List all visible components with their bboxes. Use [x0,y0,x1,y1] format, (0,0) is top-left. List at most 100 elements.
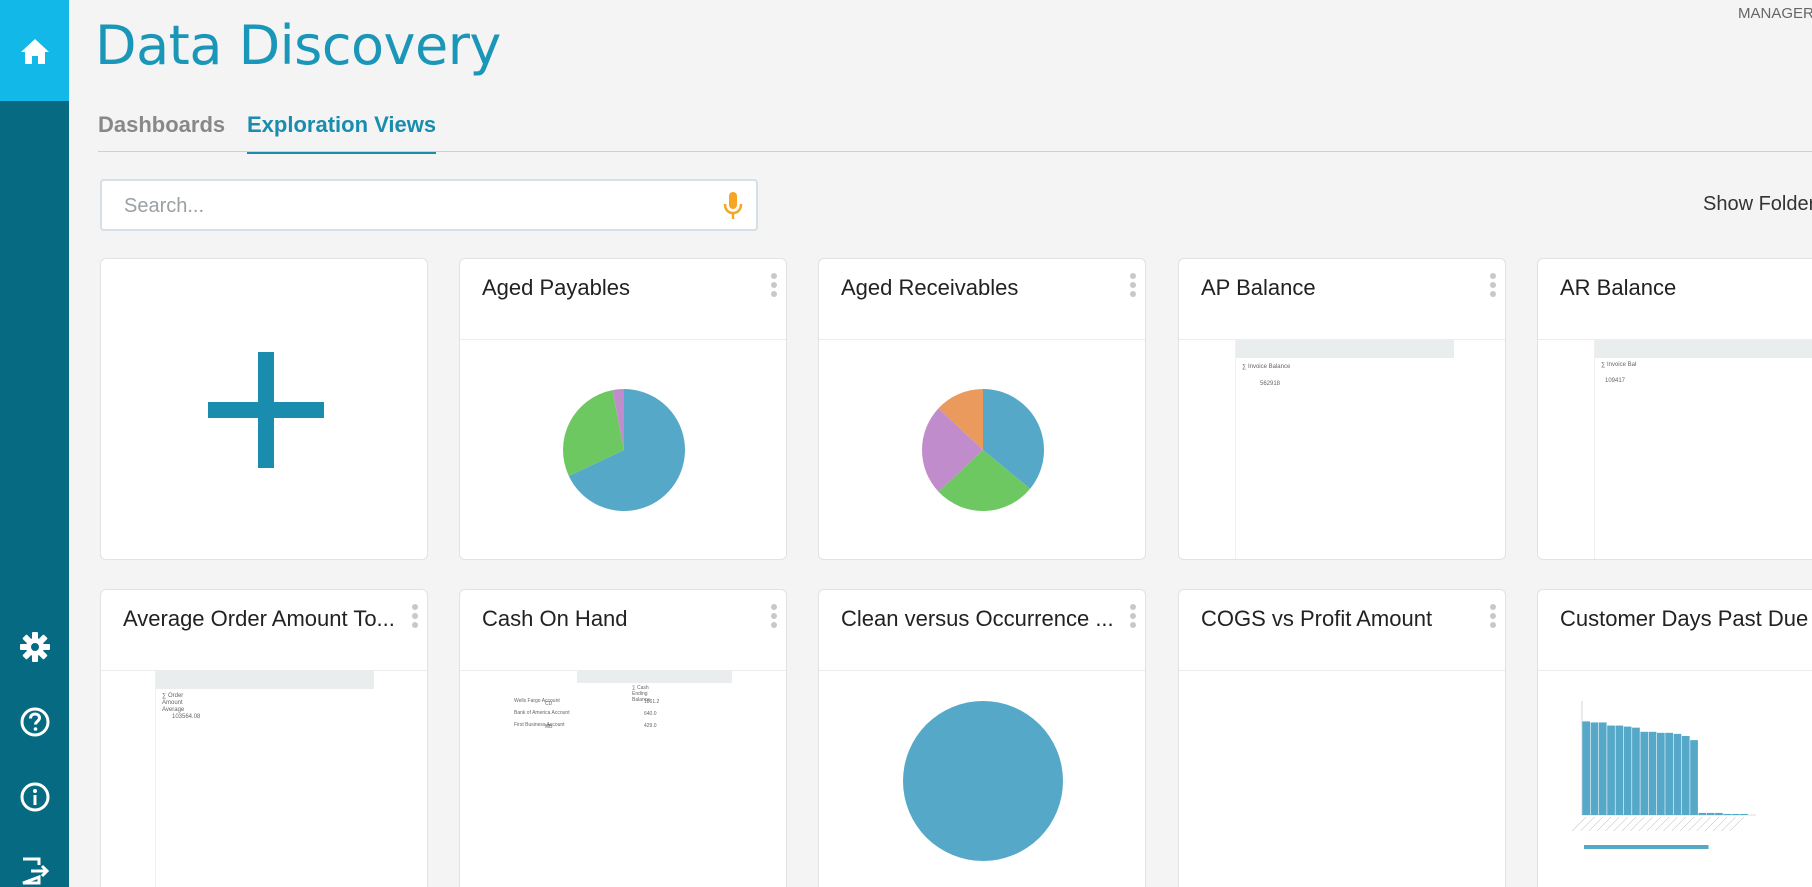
table-header-cell: ∑ Invoice Balance [1242,364,1291,370]
x-tick-label [1704,816,1720,832]
bar [1590,722,1599,815]
tab-divider [98,151,1812,152]
more-options-icon[interactable] [1489,604,1497,630]
chart-scrollbar[interactable] [1584,845,1709,849]
x-tick-label [1630,816,1645,832]
bar [1623,726,1632,815]
table-row-value: 429.0 [644,723,657,729]
bar [1607,725,1615,815]
view-card[interactable]: AR Balance ∑ Invoice Bal 109417 [1537,258,1812,560]
bar [1690,740,1698,815]
x-tick-label [1679,816,1695,832]
table-preview: ∑ Cash Ending Balance Wells Fargo Accoun… [514,671,732,741]
table-row-value: 640.0 [644,711,657,717]
card-title: Aged Receivables [841,275,1019,300]
bar [1598,722,1607,815]
x-tick-label [1571,816,1587,832]
view-card[interactable]: Cash On Hand ∑ Cash Ending Balance Wells… [459,589,787,887]
more-options-icon[interactable] [770,604,778,630]
view-card[interactable]: Customer Days Past Due [1537,589,1812,887]
settings-button[interactable] [0,627,69,667]
card-title: Cash On Hand [482,606,628,631]
x-tick-label [1713,816,1728,832]
more-options-icon[interactable] [770,273,778,299]
view-card[interactable]: AP Balance ∑ Invoice Balance 562918 [1178,258,1506,560]
view-card[interactable]: Clean versus Occurrence ... [818,589,1146,887]
bar [1723,813,1732,815]
bar [1706,812,1715,815]
card-preview: ∑ Invoice Bal 109417 [1538,340,1812,559]
bar [1673,733,1682,815]
more-options-icon[interactable] [411,604,419,630]
card-title: AP Balance [1201,275,1316,300]
pie-chart [563,389,685,511]
page-title: Data Discovery [95,14,501,77]
home-button[interactable] [0,0,69,101]
card-preview: ∑ Cash Ending Balance Wells Fargo Accoun… [460,671,786,887]
microphone-icon[interactable] [720,191,746,221]
x-tick-label [1588,816,1603,832]
help-icon [20,707,49,737]
info-icon [20,782,49,812]
x-tick-label [1613,816,1628,832]
gear-icon [19,632,50,662]
logout-button[interactable] [0,851,69,887]
show-folders-toggle[interactable]: Show Folders [1703,193,1812,216]
view-card[interactable]: COGS vs Profit Amount [1178,589,1506,887]
card-preview [460,340,786,559]
table-header-cell: ∑ Order Amount Average [162,693,185,713]
x-tick-label [1596,816,1612,832]
table-preview: ∑ Order Amount Average 103564.08 [155,671,374,887]
card-title: Aged Payables [482,275,630,300]
table-row-value: 1861.2 [644,699,660,705]
user-role-label[interactable]: MANAGER [1738,5,1812,22]
card-preview: ∑ Invoice Balance 562918 [1179,340,1505,559]
bar [1698,812,1707,815]
bar [1632,727,1640,815]
card-preview [819,671,1145,887]
x-tick-label [1729,816,1745,832]
tab-dashboards[interactable]: Dashboards [98,112,225,154]
card-preview [1179,671,1505,887]
info-button[interactable] [0,777,69,817]
more-options-icon[interactable] [1489,273,1497,299]
more-options-icon[interactable] [1129,604,1137,630]
pie-chart [922,389,1044,511]
x-tick-label [1663,816,1678,832]
bar [1665,732,1673,815]
table-row-label: Bank of America Account [514,710,570,716]
view-card[interactable]: Aged Receivables [818,258,1146,560]
home-icon [20,38,49,64]
bar [1648,731,1657,815]
bar [1740,813,1748,815]
x-tick-label [1688,816,1703,832]
card-title: AR Balance [1560,275,1677,300]
search-box [100,179,758,231]
view-card[interactable]: Average Order Amount To... ∑ Order Amoun… [100,589,428,887]
pie-slice [903,701,1063,861]
tab-exploration-views[interactable]: Exploration Views [247,112,437,154]
add-view-card[interactable] [100,258,428,560]
bar-chart [1571,701,1756,849]
table-header-cell: ∑ Invoice Bal [1601,362,1637,368]
table-preview: ∑ Invoice Bal 109417 [1594,340,1812,559]
plus-icon [208,352,324,468]
card-title: COGS vs Profit Amount [1201,606,1433,631]
bar [1715,812,1723,815]
table-preview: ∑ Invoice Balance 562918 [1235,340,1454,559]
bar [1731,813,1740,815]
bar [1657,732,1665,815]
card-preview [819,340,1145,559]
help-button[interactable] [0,702,69,742]
bar [1582,721,1590,815]
bar [1615,725,1624,815]
table-row-label: Wells Fargo Account [514,698,560,704]
more-options-icon[interactable] [1129,273,1137,299]
pie-chart [903,701,1063,861]
search-input[interactable] [124,193,684,219]
card-preview: ∑ Order Amount Average 103564.08 [101,671,427,887]
table-row-code: MB [545,724,553,730]
card-title: Customer Days Past Due [1560,606,1809,631]
x-tick-label [1580,816,1595,832]
view-card[interactable]: Aged Payables [459,258,787,560]
